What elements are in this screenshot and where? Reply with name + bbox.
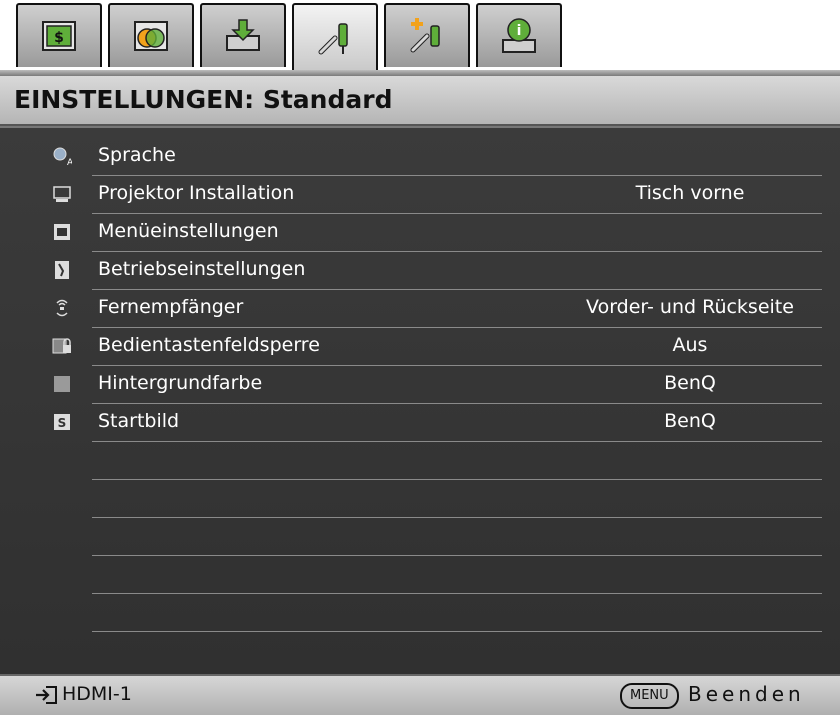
picture-tab-icon: $ [42,21,76,51]
menu-item-value: Vorder- und Rückseite [586,296,794,318]
title-bar: EINSTELLUNGEN: Standard [0,76,840,126]
svg-text:i: i [517,23,522,39]
menu-item-label: Projektor Installation [98,182,295,204]
menu-item-fernempfaenger[interactable]: Fernempfänger Vorder- und Rückseite [0,290,840,328]
tab-information[interactable]: i [476,3,562,67]
row-divider [92,631,822,632]
menu-item-label: Fernempfänger [98,296,244,318]
empty-row [0,442,840,480]
menu-settings-icon [52,222,72,242]
remote-receiver-icon [52,298,72,318]
menu-item-sprache[interactable]: A Sprache [0,138,840,176]
menu-item-label: Sprache [98,144,176,166]
tab-settings-advanced[interactable] [384,3,470,67]
menu-key-badge[interactable]: MENU [620,683,679,709]
menu-item-label: Bedientastenfeldsperre [98,334,320,356]
empty-row [0,594,840,632]
operation-settings-icon [52,260,72,280]
status-footer: HDMI-1 MENU Beenden [0,674,840,715]
tab-display[interactable] [200,3,286,67]
settings-menu: A Sprache Projektor Installation Tisch v… [0,126,840,676]
menu-item-label: Hintergrundfarbe [98,372,263,394]
display-tab-icon [226,19,260,51]
menu-item-projektor-installation[interactable]: Projektor Installation Tisch vorne [0,176,840,214]
empty-row [0,556,840,594]
menu-item-label: Startbild [98,410,180,432]
tab-settings-basic[interactable] [292,3,378,71]
svg-text:$: $ [54,30,64,46]
svg-text:S: S [58,416,67,430]
menu-item-label: Menüeinstellungen [98,220,279,242]
menu-item-menueinstellungen[interactable]: Menüeinstellungen [0,214,840,252]
input-source-icon [36,686,57,704]
tab-picture[interactable]: $ [16,3,102,67]
input-source-label: HDMI-1 [62,683,132,705]
splash-screen-icon: S [52,412,72,432]
menu-item-hintergrundfarbe[interactable]: Hintergrundfarbe BenQ [0,366,840,404]
menu-item-value: Tisch vorne [635,182,745,204]
menu-item-betriebseinstellungen[interactable]: Betriebseinstellungen [0,252,840,290]
menu-item-value: BenQ [664,410,716,432]
picture-advanced-tab-icon [134,21,168,51]
exit-label: Beenden [688,682,805,706]
empty-row [0,518,840,556]
settings-basic-tab-icon [318,23,348,55]
menu-tab-bar: $ i [0,0,840,71]
projector-install-icon [52,184,72,204]
menu-item-startbild[interactable]: S Startbild BenQ [0,404,840,442]
menu-item-value: BenQ [664,372,716,394]
tab-picture-advanced[interactable] [108,3,194,67]
menu-item-value: Aus [672,334,708,356]
svg-text:A: A [67,158,72,166]
keypad-lock-icon [52,336,72,356]
page-title: EINSTELLUNGEN: Standard [14,85,393,114]
information-tab-icon: i [502,18,536,53]
empty-row [0,480,840,518]
menu-item-label: Betriebseinstellungen [98,258,306,280]
menu-item-bedientastenfeldsperre[interactable]: Bedientastenfeldsperre Aus [0,328,840,366]
background-color-icon [52,374,72,394]
language-icon: A [52,146,72,166]
settings-advanced-tab-icon [410,18,440,53]
